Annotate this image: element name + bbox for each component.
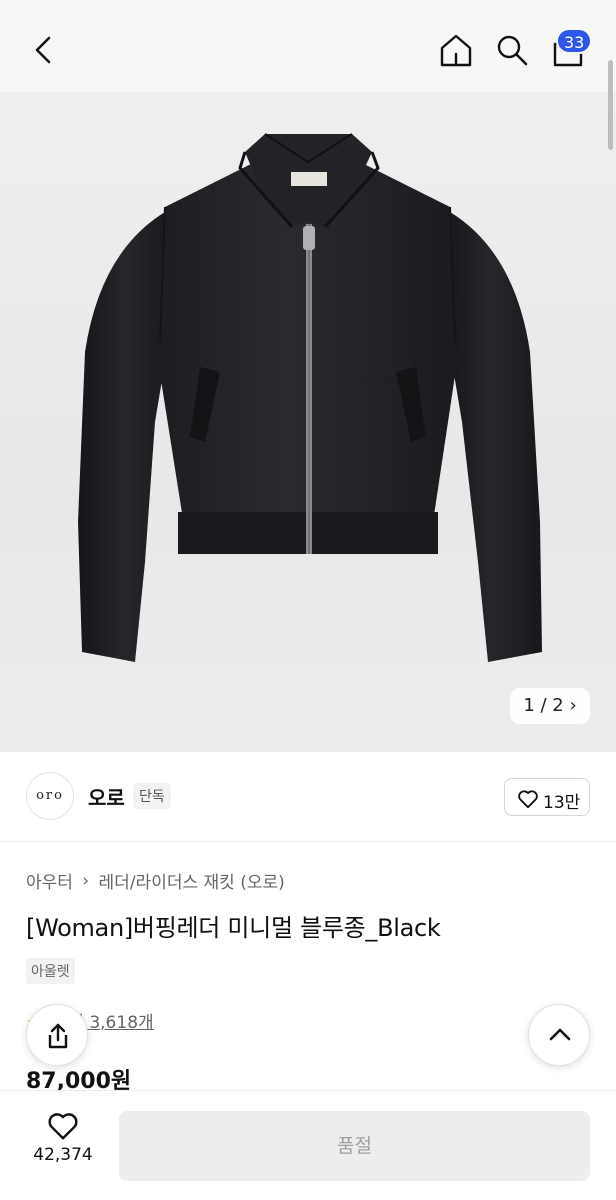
brand-like-button[interactable]: 13만 <box>504 778 590 816</box>
home-button[interactable] <box>436 30 476 70</box>
scrollbar[interactable] <box>608 60 613 150</box>
share-button[interactable] <box>26 1004 88 1066</box>
brand-row: oro 오로 단독 13만 <box>0 752 616 842</box>
brand-like-count: 13만 <box>543 793 581 813</box>
top-navigation-bar: 33 <box>0 0 616 92</box>
breadcrumb-item-leather-jacket[interactable]: 레더/라이더스 재킷 (오로) <box>99 873 285 893</box>
product-image <box>78 133 542 662</box>
cart-count-badge: 33 <box>556 28 593 54</box>
product-title: [Woman]버핑레더 미니멀 블루종_Black <box>26 914 441 942</box>
sold-out-button[interactable]: 품절 <box>119 1111 590 1181</box>
image-pager[interactable]: 1 / 2 › <box>510 688 590 724</box>
heart-icon <box>518 790 538 809</box>
breadcrumb: 아우터 › 레더/라이더스 재킷 (오로) <box>26 868 285 894</box>
exclusive-badge: 단독 <box>133 783 171 809</box>
home-icon <box>440 34 472 67</box>
scroll-to-top-button[interactable] <box>528 1004 590 1066</box>
breadcrumb-item-outer[interactable]: 아우터 <box>26 873 73 893</box>
chevron-up-icon <box>549 1028 571 1041</box>
wishlist-button[interactable]: 42,374 <box>26 1111 100 1165</box>
search-button[interactable] <box>492 30 532 70</box>
heart-icon <box>48 1113 78 1140</box>
outlet-badge: 아울렛 <box>26 958 75 984</box>
brand-logo[interactable]: oro <box>26 772 74 820</box>
brand-name[interactable]: 오로 <box>88 782 125 811</box>
share-icon <box>48 1023 68 1049</box>
chevron-left-icon <box>35 36 51 64</box>
product-image-gallery[interactable]: 1 / 2 › <box>0 92 616 752</box>
search-icon <box>497 35 528 66</box>
wishlist-count: 42,374 <box>33 1145 93 1165</box>
back-button[interactable] <box>24 30 64 70</box>
bottom-action-bar: 42,374 품절 <box>0 1090 616 1200</box>
breadcrumb-separator: › <box>82 870 90 891</box>
